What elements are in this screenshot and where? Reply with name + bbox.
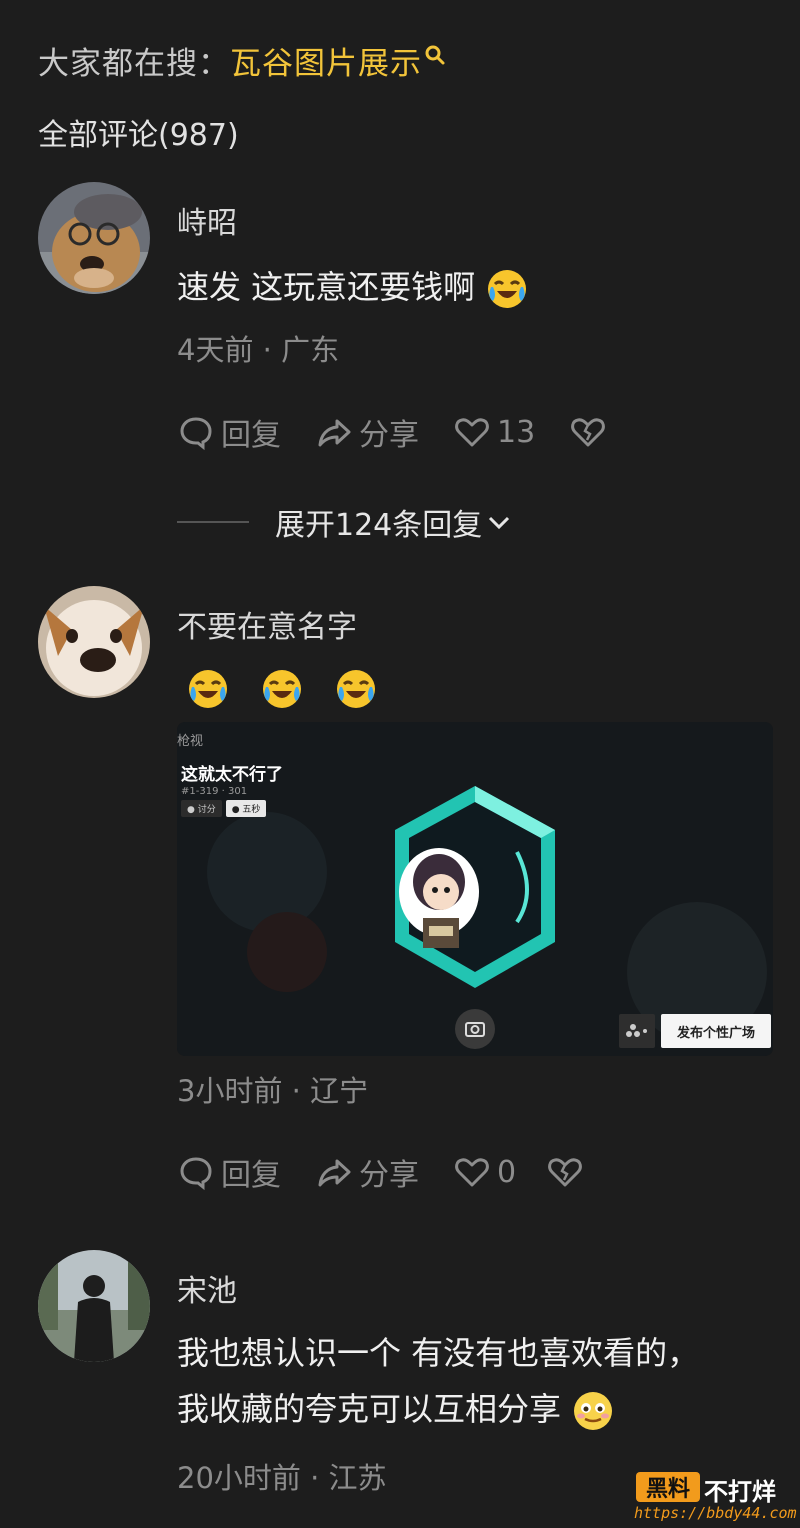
like-button[interactable]: 0 <box>453 1153 516 1191</box>
camera-icon <box>455 1009 495 1049</box>
comment-emojis <box>186 660 378 714</box>
share-button[interactable]: 分享 <box>315 1150 419 1194</box>
comment-text-line: 我也想认识一个 有没有也喜欢看的， <box>177 1334 700 1372</box>
laughing-crying-emoji <box>186 667 230 711</box>
share-icon <box>318 1159 351 1187</box>
comment-meta: 3小时前 · 辽宁 <box>177 1074 369 1108</box>
screenshot-title: 这就太不行了 <box>181 765 283 785</box>
screenshot-publish-button: 发布个性广场 <box>661 1014 771 1048</box>
laughing-crying-emoji <box>334 667 378 711</box>
search-suggestion[interactable]: 大家都在搜： 瓦谷图片展示 <box>38 38 446 82</box>
comment-meta: 20小时前 · 江苏 <box>177 1461 387 1495</box>
laughing-crying-emoji <box>485 267 529 311</box>
like-button[interactable]: 13 <box>453 413 535 451</box>
reply-icon <box>180 1157 212 1191</box>
comment-author[interactable]: 不要在意名字 <box>177 602 357 646</box>
reply-button[interactable]: 回复 <box>177 1150 281 1194</box>
heart-icon <box>455 1158 489 1187</box>
watermark-logo: 黑料 不打烊 https://bbdy44.com <box>632 1470 797 1522</box>
comment-text: 速发 这玩意还要钱啊 <box>177 260 529 314</box>
reply-label: 回复 <box>221 1158 281 1193</box>
screenshot-id: #1-319 · 301 <box>181 786 248 797</box>
comment-author[interactable]: 宋池 <box>177 1266 237 1310</box>
watermark-text: 不打烊 <box>704 1478 776 1506</box>
screenshot-button: ● 讨分 <box>181 800 222 817</box>
divider-line <box>177 521 249 523</box>
search-suggestion-label: 大家都在搜： <box>38 45 230 82</box>
like-count: 13 <box>497 414 536 450</box>
expand-replies-label: 展开124条回复 <box>275 508 483 543</box>
reply-button[interactable]: 回复 <box>177 410 281 454</box>
avatar[interactable] <box>38 586 150 698</box>
reply-icon <box>180 417 212 451</box>
search-icon[interactable] <box>424 38 446 65</box>
dots-icon <box>619 1014 655 1048</box>
share-icon <box>318 419 351 447</box>
avatar[interactable] <box>38 182 150 294</box>
broken-heart-icon <box>548 1158 582 1187</box>
expand-replies-button[interactable]: 展开124条回复 <box>177 502 512 543</box>
comment-text-content: 我收藏的夸克可以互相分享 <box>177 1390 562 1428</box>
screenshot-button: ● 五秒 <box>225 800 267 817</box>
comment-text: 我也想认识一个 有没有也喜欢看的， 我收藏的夸克可以互相分享 <box>177 1326 699 1436</box>
broken-heart-icon <box>571 418 606 447</box>
share-label: 分享 <box>359 1158 419 1193</box>
comment-actions: 回复 分享 0 <box>177 1150 618 1194</box>
screenshot-top-label: 枪视 <box>177 734 204 749</box>
watermark-badge: 黑料 <box>636 1472 700 1502</box>
comment-author[interactable]: 峙昭 <box>177 198 237 242</box>
screenshot-buttons: ● 讨分 ● 五秒 <box>181 800 267 817</box>
avatar[interactable] <box>38 1250 150 1362</box>
share-button[interactable]: 分享 <box>315 410 419 454</box>
like-count: 0 <box>497 1154 517 1190</box>
shy-smile-emoji <box>571 1389 615 1433</box>
comment-text-content: 速发 这玩意还要钱啊 <box>177 268 476 306</box>
comment-actions: 回复 分享 13 <box>177 410 641 454</box>
chevron-down-icon <box>489 516 510 530</box>
comment-text-line-2: 我收藏的夸克可以互相分享 <box>177 1382 699 1436</box>
watermark-url: https://bbdy44.com <box>634 1504 797 1522</box>
comments-count: 全部评论(987) <box>38 118 239 153</box>
reply-label: 回复 <box>221 418 281 453</box>
search-suggestion-term[interactable]: 瓦谷图片展示 <box>230 38 422 83</box>
heart-icon <box>455 418 489 447</box>
comment-meta: 4天前 · 广东 <box>177 333 340 367</box>
laughing-crying-emoji <box>260 667 304 711</box>
share-label: 分享 <box>359 418 419 453</box>
dislike-button[interactable] <box>569 413 607 451</box>
dislike-button[interactable] <box>546 1153 584 1191</box>
comment-image[interactable]: 枪视 这就太不行了 #1-319 · 301 ● 讨分 ● 五秒 发布个性广场 <box>177 722 773 1056</box>
